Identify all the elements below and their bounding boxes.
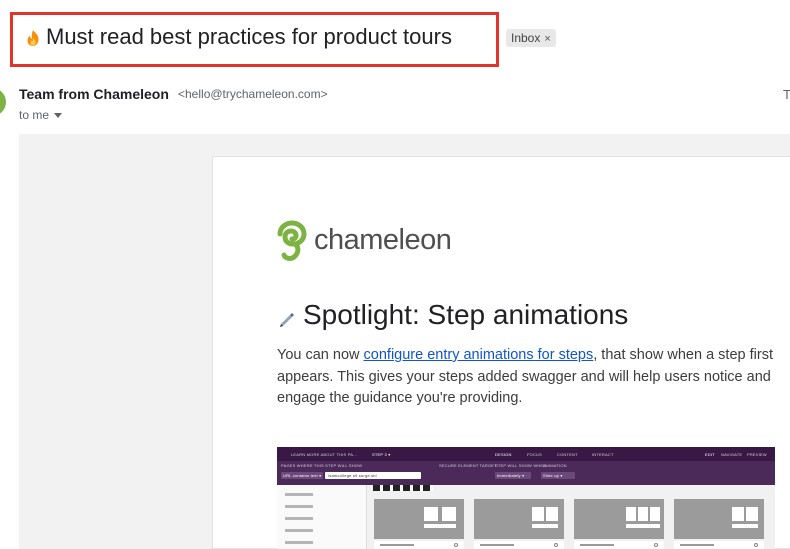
- recipient-details-toggle[interactable]: to me: [19, 108, 63, 122]
- embedded-tile-block: [638, 507, 648, 521]
- embedded-tile-caption: [474, 541, 564, 549]
- embedded-tab-interact: INTERACT: [592, 452, 614, 457]
- embedded-sidebar: [277, 485, 367, 549]
- remove-label-icon[interactable]: ×: [544, 33, 550, 45]
- recipient-text: to me: [19, 108, 50, 122]
- embedded-tile-block: [442, 507, 456, 521]
- embedded-tile-block: [546, 507, 558, 521]
- embedded-tile-block: [626, 507, 636, 521]
- embedded-row-label-4: ANIMATION: [543, 463, 567, 468]
- embedded-tile: [674, 499, 764, 539]
- timestamp-cut: T: [783, 87, 790, 102]
- embedded-highlight-stripe: [373, 485, 433, 491]
- embedded-tile-block: [746, 507, 758, 521]
- email-subject: Must read best practices for product tou…: [46, 24, 452, 49]
- embedded-row-label-3: STEP WILL SHOW WHEN: [495, 463, 547, 468]
- embedded-tile-caption: [674, 541, 764, 549]
- embedded-url-field-text: URL contains text ▾: [283, 473, 322, 478]
- embedded-tile: [374, 499, 464, 539]
- embedded-step-text: STEP 3 ▾: [372, 452, 391, 457]
- embedded-sidebar-item: [285, 493, 313, 496]
- embedded-tile-line: [532, 524, 558, 528]
- sender-email: <hello@trychameleon.com>: [178, 87, 328, 101]
- inbox-label-chip[interactable]: Inbox ×: [506, 29, 556, 47]
- embedded-url-value: /samcollege.s9.surge.sh/: [328, 473, 378, 478]
- embedded-tile: [474, 499, 564, 539]
- embedded-settings-bar: PAGES WHERE THIS STEP WILL SHOW URL cont…: [277, 461, 775, 485]
- embedded-sidebar-item: [285, 517, 313, 520]
- sender-avatar[interactable]: [0, 88, 6, 116]
- embedded-sidebar-item: [285, 505, 313, 508]
- caret-down-icon[interactable]: [54, 113, 63, 119]
- embedded-tile-line: [732, 524, 758, 528]
- embedded-tile-caption: [574, 541, 664, 549]
- pen-icon: [280, 313, 294, 327]
- body-paragraph: You can now configure entry animations f…: [277, 345, 773, 410]
- embedded-tile-caption: [374, 541, 464, 549]
- configure-animations-link[interactable]: configure entry animations for steps: [364, 347, 594, 363]
- embedded-anim-value: Slide up ▾: [543, 473, 563, 478]
- embedded-header-bar: LEARN MORE ABOUT THIS PA... STEP 3 ▾ DES…: [277, 447, 775, 461]
- embedded-tile-line: [626, 524, 660, 528]
- embedded-tile-block: [532, 507, 544, 521]
- embedded-tile-block: [732, 507, 744, 521]
- sender-name: Team from Chameleon: [19, 86, 169, 102]
- embedded-when-value: Immediately ▾: [497, 473, 525, 478]
- embedded-tile-block: [424, 507, 438, 521]
- chameleon-logo-icon: [277, 220, 307, 261]
- embedded-tile-block: [650, 507, 660, 521]
- embedded-tab-focus: FOCUS: [527, 452, 542, 457]
- embedded-preview: PREVIEW: [747, 452, 767, 457]
- embedded-navigate: NAVIGATE: [721, 452, 743, 457]
- body-text-start: You can now: [277, 347, 364, 363]
- embedded-sidebar-item: [285, 529, 313, 532]
- spotlight-heading: Spotlight: Step animations: [303, 299, 629, 330]
- embedded-tab-content: CONTENT: [557, 452, 578, 457]
- embedded-tile-line: [424, 524, 456, 528]
- email-view: Must read best practices for product tou…: [0, 0, 790, 549]
- inbox-label-text: Inbox: [511, 31, 541, 45]
- embedded-sidebar-item: [285, 541, 313, 544]
- embedded-row-label-2: SECURE ELEMENT TARGET: [439, 463, 497, 468]
- embedded-title-text: LEARN MORE ABOUT THIS PA...: [291, 452, 358, 457]
- fire-icon: [27, 30, 39, 46]
- embedded-row-label-1: PAGES WHERE THIS STEP WILL SHOW: [281, 463, 363, 468]
- embedded-tile: [574, 499, 664, 539]
- embedded-edit: EDIT: [705, 452, 715, 457]
- embedded-product-screenshot: LEARN MORE ABOUT THIS PA... STEP 3 ▾ DES…: [277, 447, 775, 549]
- chameleon-logo-text: chameleon: [314, 224, 452, 256]
- embedded-tab-design: DESIGN: [495, 452, 512, 457]
